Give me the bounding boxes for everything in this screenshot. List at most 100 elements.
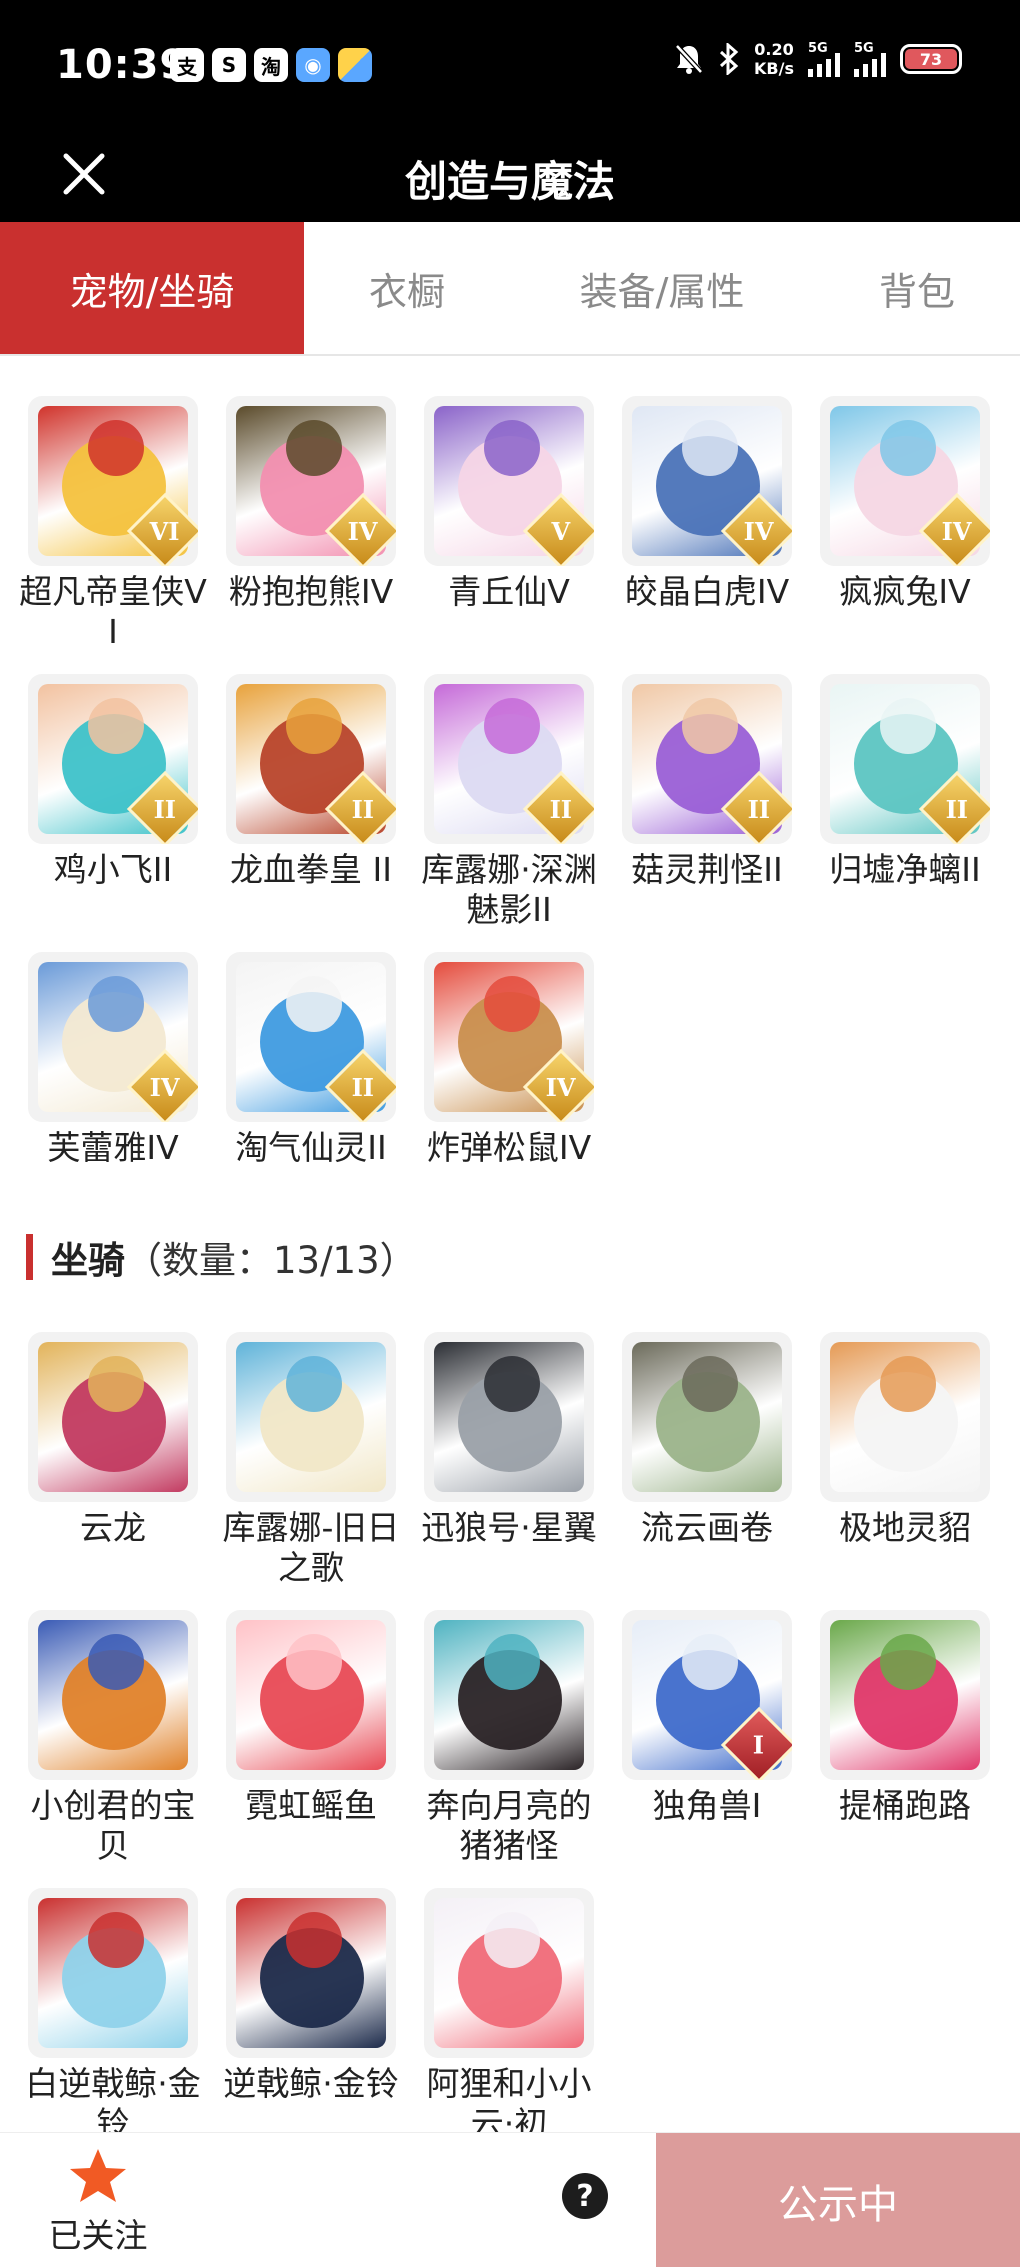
tab-equipment-attributes[interactable]: 装备/属性 [510, 222, 814, 354]
alipay-icon: 支 [170, 48, 204, 82]
pet-item[interactable]: II 鸡小飞II [14, 674, 212, 952]
rank-label: II [153, 794, 177, 824]
mount-name: 迅狼号·星翼 [421, 1508, 597, 1547]
mount-name: 云龙 [80, 1508, 146, 1547]
mounts-section: 云龙 库露娜-旧日之歌 迅狼号·星翼 流云画卷 极地灵貂小创君的宝贝 霓虹鳐鱼 奔向月亮的猪… [0, 1332, 1020, 2166]
bluetooth-icon [720, 43, 739, 75]
mounts-grid: 云龙 库露娜-旧日之歌 迅狼号·星翼 流云画卷 极地灵貂小创君的宝贝 霓虹鳐鱼 奔向月亮的猪… [0, 1332, 1020, 2166]
rank-label: II [351, 1072, 375, 1102]
rank-label: IV [150, 1072, 180, 1102]
mount-thumbnail [226, 1332, 396, 1502]
pet-item[interactable]: IV 炸弹松鼠IV [410, 952, 608, 1230]
rank-label: II [945, 794, 969, 824]
mount-item[interactable]: 奔向月亮的猪猪怪 [410, 1610, 608, 1888]
mount-thumbnail [820, 1332, 990, 1502]
pet-name: 芙蕾雅IV [47, 1128, 179, 1167]
mount-name: 库露娜-旧日之歌 [222, 1508, 400, 1587]
section-title: 坐骑 [51, 1239, 125, 1282]
follow-button[interactable]: 已关注 [48, 2147, 148, 2257]
mount-item[interactable]: 极地灵貂 [806, 1332, 1004, 1610]
mount-thumbnail [622, 1332, 792, 1502]
pet-thumbnail: V [424, 396, 594, 566]
pet-thumbnail: IV [622, 396, 792, 566]
star-icon [70, 2149, 126, 2202]
pet-item[interactable]: IV 粉抱抱熊IV [212, 396, 410, 674]
signal-strength-2: 5G [854, 41, 886, 77]
mount-name: 小创君的宝贝 [30, 1786, 196, 1865]
section-accent-bar [26, 1234, 33, 1280]
pet-thumbnail: II [226, 674, 396, 844]
taobao-icon: 淘 [254, 48, 288, 82]
pet-item[interactable]: II 库露娜·深渊魅影II [410, 674, 608, 952]
camera-app-icon: ◉ [296, 48, 330, 82]
system-icons: 0.20 KB/s 5G 5G 73 [674, 40, 962, 78]
mount-item[interactable]: 逆戟鲸·金铃 [212, 1888, 410, 2166]
net-speed-value: 0.20 [754, 40, 794, 59]
mount-item[interactable]: 云龙 [14, 1332, 212, 1610]
rank-label: II [549, 794, 573, 824]
mount-thumbnail [424, 1888, 594, 2058]
publicity-status-button[interactable]: 公示中 [656, 2133, 1020, 2267]
status-time: 10:39 [56, 42, 189, 88]
pet-item[interactable]: V 青丘仙V [410, 396, 608, 674]
mount-name: 流云画卷 [641, 1508, 773, 1547]
mount-thumbnail [820, 1610, 990, 1780]
rank-label: IV [942, 516, 972, 546]
network-speed: 0.20 KB/s [754, 40, 794, 78]
character-art [434, 1620, 584, 1770]
rank-label: V [551, 516, 571, 546]
pet-thumbnail: II [424, 674, 594, 844]
tab-bar: 宠物/坐骑 衣橱 装备/属性 背包 [0, 222, 1020, 356]
mount-thumbnail [28, 1888, 198, 2058]
battery-icon: 73 [900, 44, 962, 74]
rank-label: II [747, 794, 771, 824]
character-art [236, 1898, 386, 2048]
pet-item[interactable]: II 淘气仙灵II [212, 952, 410, 1230]
mount-name: 极地灵貂 [839, 1508, 971, 1547]
pet-item[interactable]: IV 疯疯兔IV [806, 396, 1004, 674]
mount-item[interactable]: 阿狸和小小云·初 [410, 1888, 608, 2166]
mount-item[interactable]: 白逆戟鲸·金铃 [14, 1888, 212, 2166]
mount-item[interactable]: 提桶跑路 [806, 1610, 1004, 1888]
pet-name: 菇灵荆怪II [631, 850, 783, 889]
pet-thumbnail: II [226, 952, 396, 1122]
mount-thumbnail [226, 1888, 396, 2058]
mount-name: 奔向月亮的猪猪怪 [426, 1786, 592, 1865]
status-bar: 10:39 支 S 淘 ◉ 0.20 KB/s 5G 5G 73 [0, 0, 1020, 130]
notification-icons: 支 S 淘 ◉ [170, 48, 372, 82]
mount-item[interactable]: 流云画卷 [608, 1332, 806, 1610]
character-art [434, 1898, 584, 2048]
pet-item[interactable]: IV 皎晶白虎IV [608, 396, 806, 674]
mount-item[interactable]: 小创君的宝贝 [14, 1610, 212, 1888]
mount-item[interactable]: I 独角兽I [608, 1610, 806, 1888]
pet-item[interactable]: II 龙血拳皇 II [212, 674, 410, 952]
tab-pets-mounts[interactable]: 宠物/坐骑 [0, 222, 304, 354]
tab-backpack[interactable]: 背包 [814, 222, 1020, 354]
mount-item[interactable]: 迅狼号·星翼 [410, 1332, 608, 1610]
pet-name: 超凡帝皇侠VI [19, 572, 207, 651]
pet-item[interactable]: II 归墟净螭II [806, 674, 1004, 952]
pet-item[interactable]: IV 芙蕾雅IV [14, 952, 212, 1230]
pet-item[interactable]: II 菇灵荆怪II [608, 674, 806, 952]
page-title: 创造与魔法 [404, 157, 615, 206]
pet-thumbnail: IV [820, 396, 990, 566]
bottom-bar: 已关注 ? 公示中 [0, 2132, 1020, 2267]
game-icon: S [212, 48, 246, 82]
rank-label: IV [546, 1072, 576, 1102]
tab-wardrobe[interactable]: 衣橱 [304, 222, 510, 354]
character-art [830, 1620, 980, 1770]
mount-thumbnail [28, 1610, 198, 1780]
pet-thumbnail: II [28, 674, 198, 844]
pet-item[interactable]: VI 超凡帝皇侠VI [14, 396, 212, 674]
rank-label: I [753, 1730, 765, 1760]
mount-thumbnail [424, 1332, 594, 1502]
file-app-icon [338, 48, 372, 82]
pet-name: 皎晶白虎IV [624, 572, 790, 611]
help-icon[interactable]: ? [562, 2173, 608, 2219]
rank-label: VI [150, 516, 180, 546]
mount-item[interactable]: 库露娜-旧日之歌 [212, 1332, 410, 1610]
mount-thumbnail [424, 1610, 594, 1780]
mount-name: 独角兽I [652, 1786, 762, 1825]
mount-item[interactable]: 霓虹鳐鱼 [212, 1610, 410, 1888]
character-art [38, 1898, 188, 2048]
